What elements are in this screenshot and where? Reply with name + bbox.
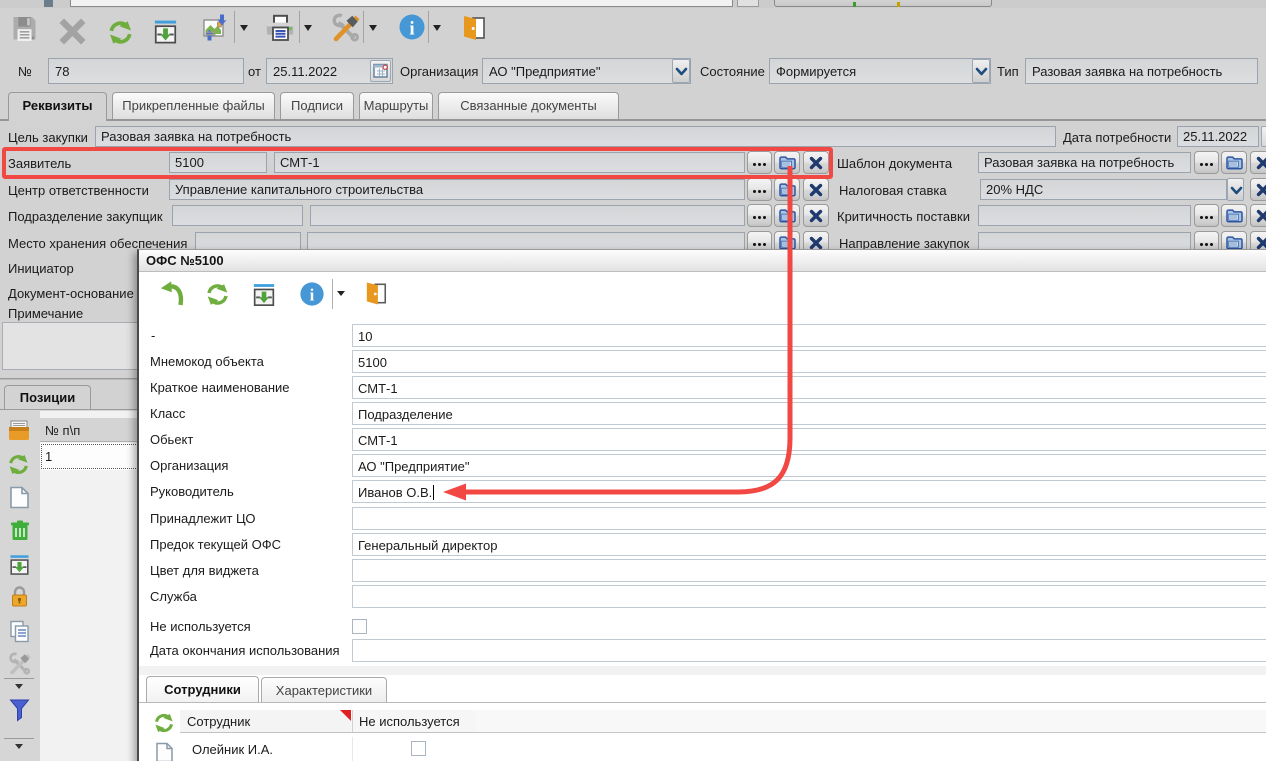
- svg-text:i: i: [409, 19, 414, 40]
- svg-text:i: i: [310, 286, 315, 305]
